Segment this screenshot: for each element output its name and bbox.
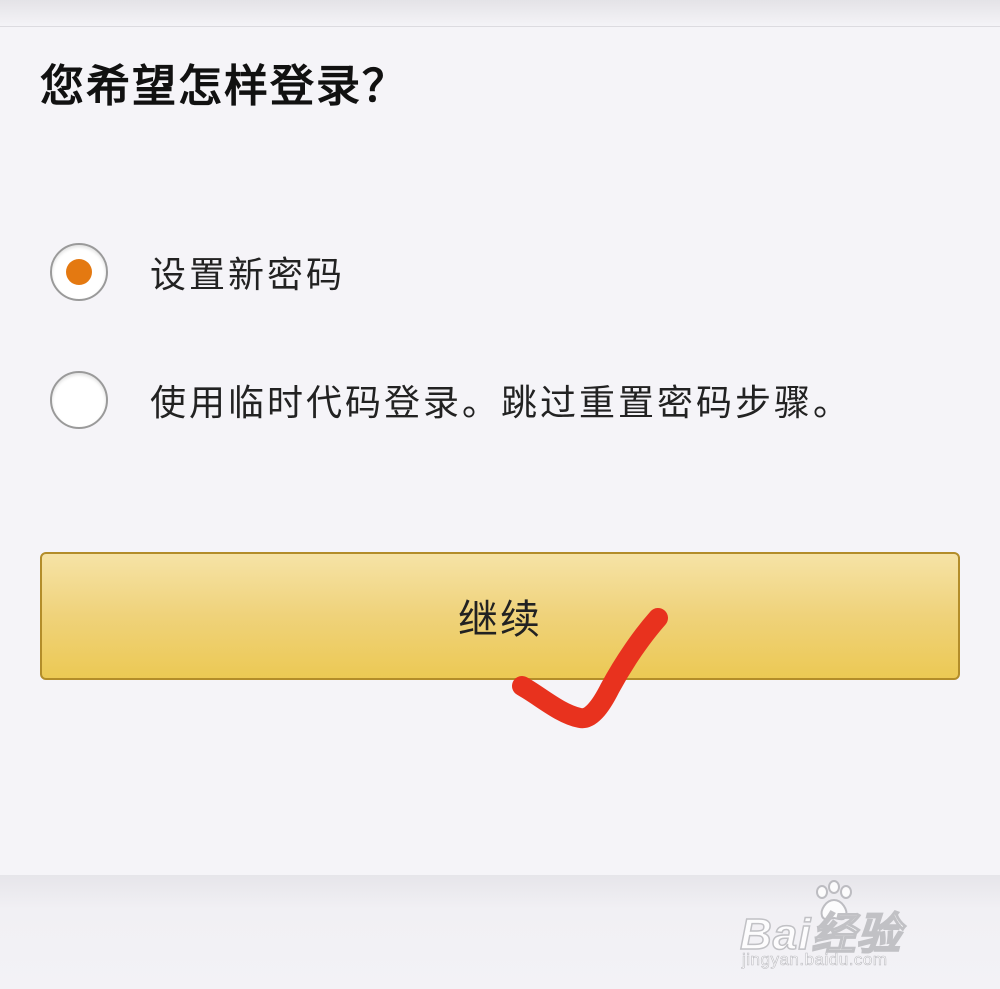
option-set-new-password[interactable]: 设置新密码	[50, 240, 345, 304]
continue-button[interactable]: 继续	[40, 552, 960, 680]
page-title: 您希望怎样登录？	[40, 61, 408, 112]
watermark-url: jingyan.baidu.com	[742, 950, 888, 970]
baidu-jingyan-watermark: Bai经验 jingyan.baidu.com	[739, 878, 960, 974]
option-temporary-code[interactable]: 使用临时代码登录。跳过重置密码步骤。	[50, 368, 852, 432]
option-label: 设置新密码	[150, 255, 346, 296]
top-edge	[0, 0, 1000, 27]
continue-button-label: 继续	[458, 597, 542, 643]
option-label: 使用临时代码登录。跳过重置密码步骤。	[150, 383, 853, 424]
radio-button-unselected[interactable]	[50, 371, 108, 429]
login-method-card	[0, 27, 1000, 875]
radio-selected-dot-icon	[66, 259, 92, 285]
radio-button-selected[interactable]	[50, 243, 108, 301]
